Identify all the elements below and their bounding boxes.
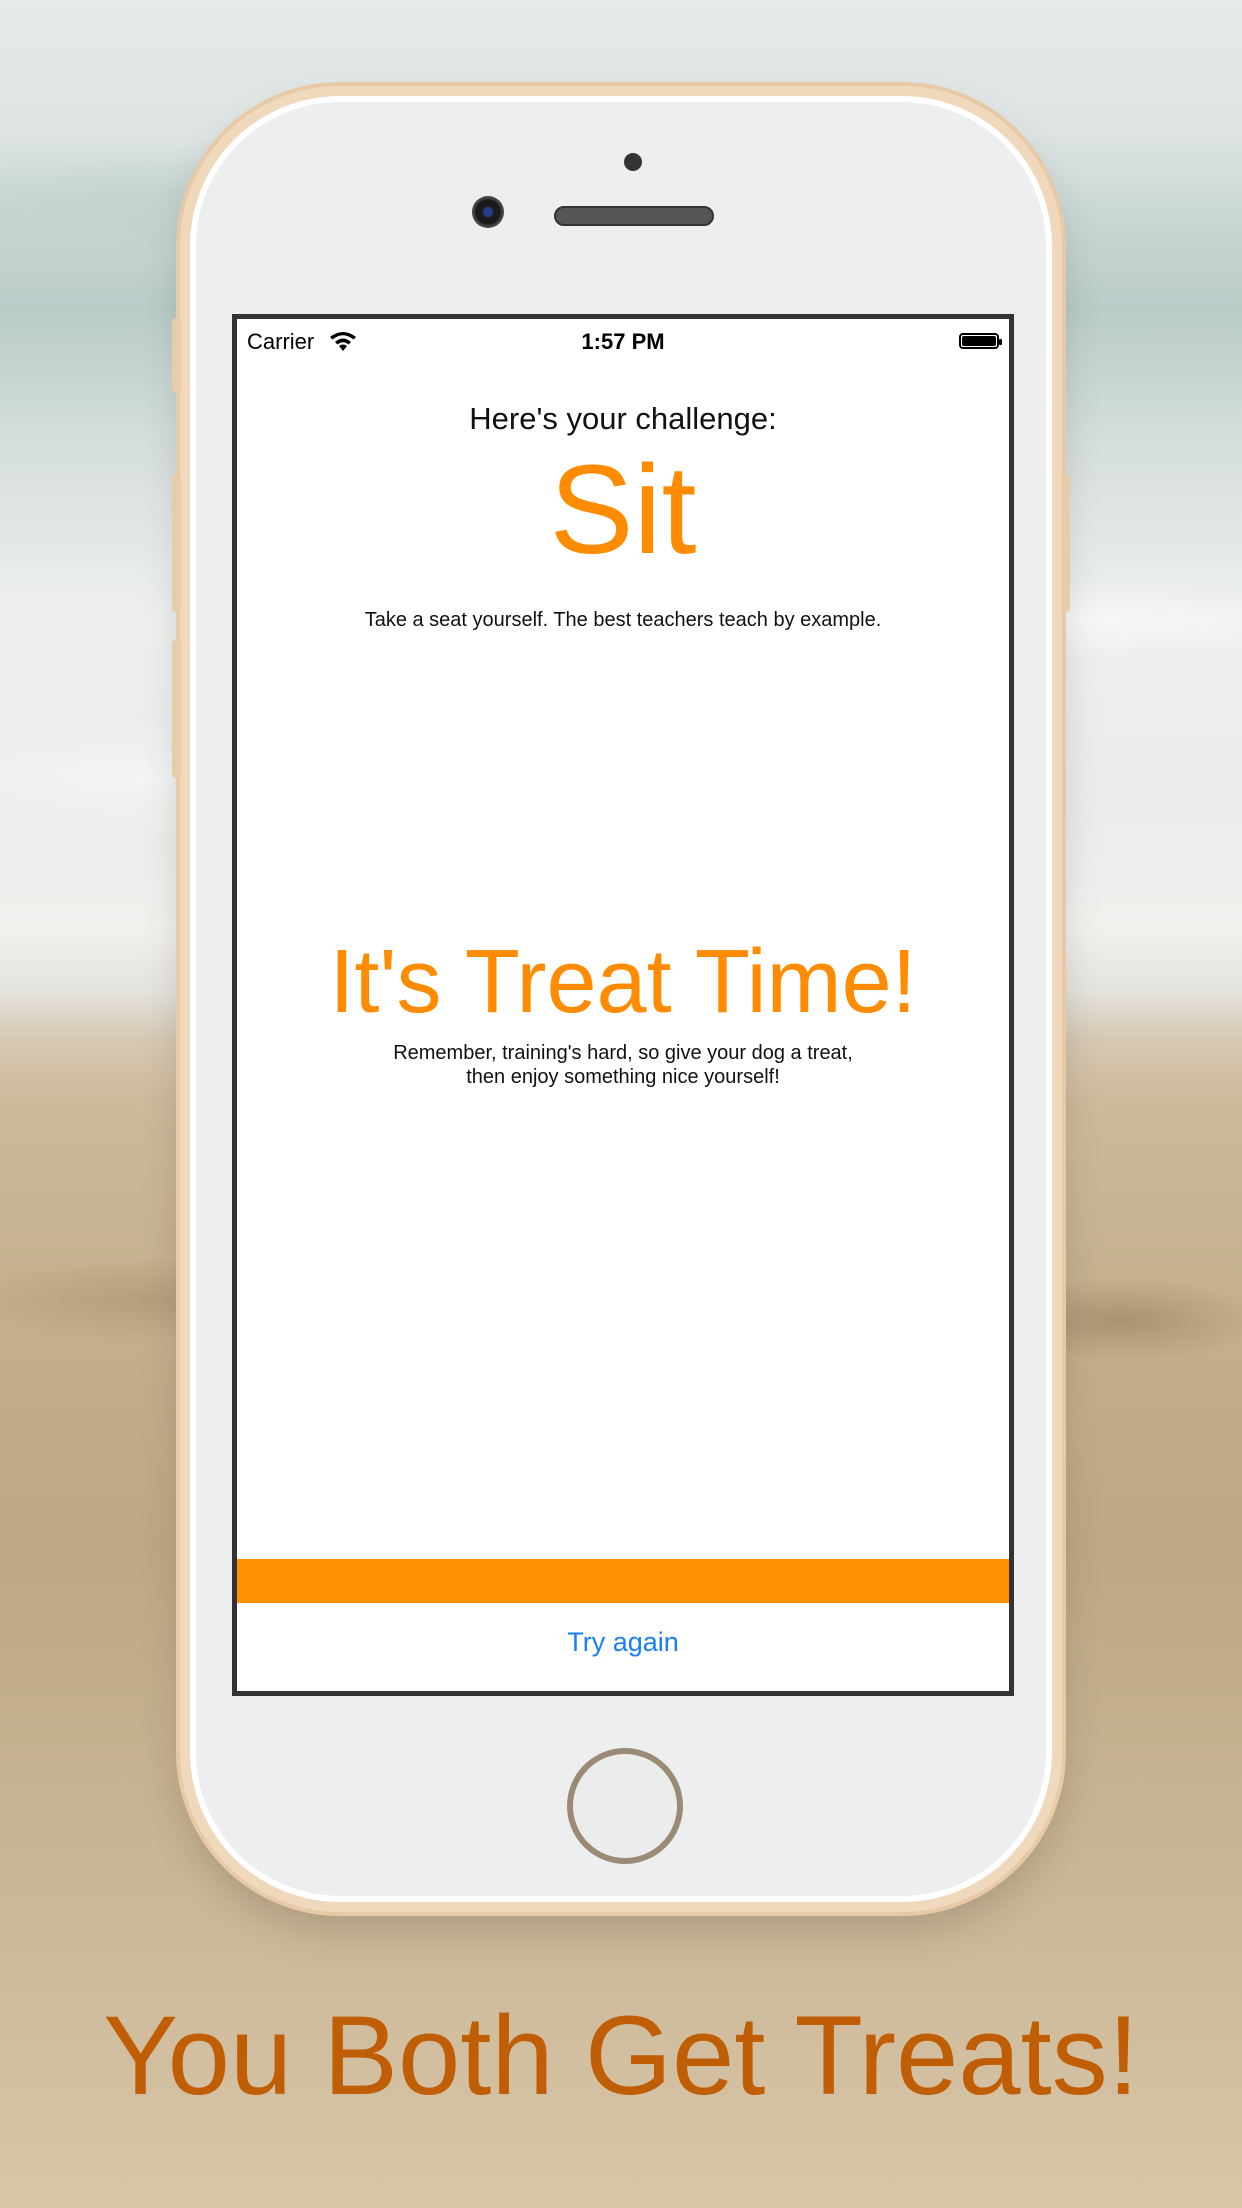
volume-up-button — [172, 474, 181, 612]
treat-description-line: Remember, training's hard, so give your … — [393, 1042, 853, 1064]
challenge-label: Here's your challenge: — [469, 401, 777, 436]
try-again-button[interactable]: Try again — [237, 1627, 1009, 1658]
accent-bar — [237, 1559, 1009, 1603]
status-bar: Carrier 1:57 PM — [237, 319, 1009, 367]
home-button[interactable] — [567, 1748, 683, 1864]
app-screen: Carrier 1:57 PM Here's your challenge: S… — [232, 314, 1014, 1696]
earpiece-speaker — [554, 206, 714, 226]
treat-time-title: It's Treat Time! — [329, 932, 917, 1032]
treat-description-line: then enjoy something nice yourself! — [466, 1066, 780, 1088]
power-button — [1061, 474, 1070, 612]
command-description: Take a seat yourself. The best teachers … — [364, 609, 882, 631]
treat-description: Remember, training's hard, so give your … — [237, 1041, 1009, 1089]
command-title: Sit — [549, 439, 697, 580]
mute-switch — [172, 318, 181, 392]
battery-icon — [959, 333, 1002, 349]
status-time: 1:57 PM — [581, 329, 665, 354]
proximity-sensor — [624, 153, 642, 171]
front-camera — [472, 196, 504, 228]
volume-down-button — [172, 640, 181, 778]
promo-caption: You Both Get Treats! — [103, 1993, 1139, 2118]
